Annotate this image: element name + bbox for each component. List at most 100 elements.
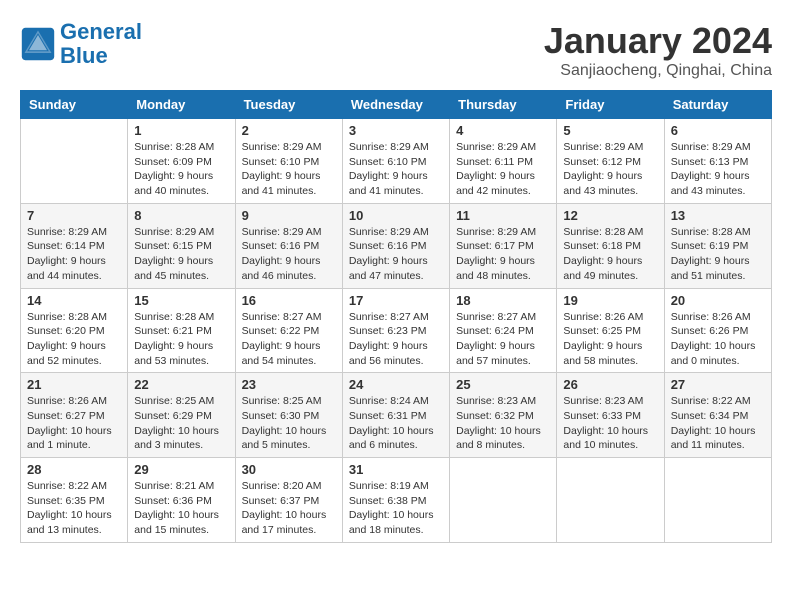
logo-line1: General [60, 19, 142, 44]
calendar-cell: 29 Sunrise: 8:21 AMSunset: 6:36 PMDayligh… [128, 458, 235, 543]
calendar-week-row: 28 Sunrise: 8:22 AMSunset: 6:35 PMDayligh… [21, 458, 772, 543]
calendar-cell: 17Sunrise: 8:27 AMSunset: 6:23 PMDayligh… [342, 288, 449, 373]
calendar-cell: 24 Sunrise: 8:24 AMSunset: 6:31 PMDayligh… [342, 373, 449, 458]
calendar-cell: 27 Sunrise: 8:22 AMSunset: 6:34 PMDayligh… [664, 373, 771, 458]
day-number: 25 [456, 377, 550, 392]
weekday-header-wednesday: Wednesday [342, 91, 449, 119]
calendar-cell: 22Sunrise: 8:25 AMSunset: 6:29 PMDayligh… [128, 373, 235, 458]
day-info: Sunrise: 8:23 AMSunset: 6:33 PMDaylight:… [563, 394, 657, 453]
day-info: Sunrise: 8:29 AMSunset: 6:13 PMDaylight:… [671, 140, 765, 199]
calendar-cell: 13 Sunrise: 8:28 AMSunset: 6:19 PMDayligh… [664, 203, 771, 288]
logo-text: General Blue [60, 20, 142, 68]
day-info: Sunrise: 8:23 AMSunset: 6:32 PMDaylight:… [456, 394, 550, 453]
calendar-cell: 26 Sunrise: 8:23 AMSunset: 6:33 PMDayligh… [557, 373, 664, 458]
weekday-header-friday: Friday [557, 91, 664, 119]
weekday-header-tuesday: Tuesday [235, 91, 342, 119]
calendar-cell: 12Sunrise: 8:28 AMSunset: 6:18 PMDayligh… [557, 203, 664, 288]
day-number: 23 [242, 377, 336, 392]
day-info: Sunrise: 8:19 AMSunset: 6:38 PMDaylight:… [349, 479, 443, 538]
day-info: Sunrise: 8:29 AMSunset: 6:17 PMDaylight:… [456, 225, 550, 284]
calendar-week-row: 1Sunrise: 8:28 AMSunset: 6:09 PMDaylight… [21, 119, 772, 204]
day-number: 20 [671, 293, 765, 308]
calendar-cell [557, 458, 664, 543]
weekday-header-monday: Monday [128, 91, 235, 119]
day-number: 26 [563, 377, 657, 392]
day-number: 27 [671, 377, 765, 392]
day-info: Sunrise: 8:21 AMSunset: 6:36 PMDaylight:… [134, 479, 228, 538]
month-title: January 2024 [544, 20, 772, 62]
weekday-header-thursday: Thursday [450, 91, 557, 119]
weekday-header-row: SundayMondayTuesdayWednesdayThursdayFrid… [21, 91, 772, 119]
day-info: Sunrise: 8:28 AMSunset: 6:19 PMDaylight:… [671, 225, 765, 284]
day-info: Sunrise: 8:29 AMSunset: 6:16 PMDaylight:… [349, 225, 443, 284]
day-info: Sunrise: 8:22 AMSunset: 6:35 PMDaylight:… [27, 479, 121, 538]
day-number: 24 [349, 377, 443, 392]
day-info: Sunrise: 8:24 AMSunset: 6:31 PMDaylight:… [349, 394, 443, 453]
day-info: Sunrise: 8:29 AMSunset: 6:14 PMDaylight:… [27, 225, 121, 284]
day-number: 10 [349, 208, 443, 223]
day-info: Sunrise: 8:22 AMSunset: 6:34 PMDaylight:… [671, 394, 765, 453]
day-info: Sunrise: 8:20 AMSunset: 6:37 PMDaylight:… [242, 479, 336, 538]
calendar-cell: 30Sunrise: 8:20 AMSunset: 6:37 PMDayligh… [235, 458, 342, 543]
day-number: 21 [27, 377, 121, 392]
calendar-cell: 10 Sunrise: 8:29 AMSunset: 6:16 PMDayligh… [342, 203, 449, 288]
calendar-cell: 21Sunrise: 8:26 AMSunset: 6:27 PMDayligh… [21, 373, 128, 458]
day-number: 16 [242, 293, 336, 308]
calendar-cell: 11Sunrise: 8:29 AMSunset: 6:17 PMDayligh… [450, 203, 557, 288]
logo-icon [20, 26, 56, 62]
title-block: January 2024 Sanjiaocheng, Qinghai, Chin… [544, 20, 772, 80]
day-number: 29 [134, 462, 228, 477]
day-number: 6 [671, 123, 765, 138]
day-info: Sunrise: 8:29 AMSunset: 6:16 PMDaylight:… [242, 225, 336, 284]
calendar-cell: 8Sunrise: 8:29 AMSunset: 6:15 PMDaylight… [128, 203, 235, 288]
calendar-cell: 20Sunrise: 8:26 AMSunset: 6:26 PMDayligh… [664, 288, 771, 373]
day-info: Sunrise: 8:28 AMSunset: 6:21 PMDaylight:… [134, 310, 228, 369]
weekday-header-sunday: Sunday [21, 91, 128, 119]
calendar-week-row: 7 Sunrise: 8:29 AMSunset: 6:14 PMDaylight… [21, 203, 772, 288]
calendar-cell: 3 Sunrise: 8:29 AMSunset: 6:10 PMDaylight… [342, 119, 449, 204]
location-title: Sanjiaocheng, Qinghai, China [544, 62, 772, 80]
day-number: 15 [134, 293, 228, 308]
day-number: 14 [27, 293, 121, 308]
day-number: 28 [27, 462, 121, 477]
day-number: 19 [563, 293, 657, 308]
day-number: 13 [671, 208, 765, 223]
day-info: Sunrise: 8:29 AMSunset: 6:10 PMDaylight:… [242, 140, 336, 199]
calendar-cell [21, 119, 128, 204]
calendar-cell [664, 458, 771, 543]
calendar-cell: 5 Sunrise: 8:29 AMSunset: 6:12 PMDaylight… [557, 119, 664, 204]
day-info: Sunrise: 8:29 AMSunset: 6:10 PMDaylight:… [349, 140, 443, 199]
calendar-cell: 14Sunrise: 8:28 AMSunset: 6:20 PMDayligh… [21, 288, 128, 373]
day-number: 3 [349, 123, 443, 138]
day-number: 9 [242, 208, 336, 223]
calendar-cell: 1Sunrise: 8:28 AMSunset: 6:09 PMDaylight… [128, 119, 235, 204]
day-info: Sunrise: 8:27 AMSunset: 6:24 PMDaylight:… [456, 310, 550, 369]
day-info: Sunrise: 8:26 AMSunset: 6:25 PMDaylight:… [563, 310, 657, 369]
weekday-header-saturday: Saturday [664, 91, 771, 119]
day-info: Sunrise: 8:29 AMSunset: 6:11 PMDaylight:… [456, 140, 550, 199]
day-number: 1 [134, 123, 228, 138]
calendar-cell: 31 Sunrise: 8:19 AMSunset: 6:38 PMDayligh… [342, 458, 449, 543]
calendar-cell: 28 Sunrise: 8:22 AMSunset: 6:35 PMDayligh… [21, 458, 128, 543]
calendar-cell: 15 Sunrise: 8:28 AMSunset: 6:21 PMDayligh… [128, 288, 235, 373]
calendar-cell: 4 Sunrise: 8:29 AMSunset: 6:11 PMDaylight… [450, 119, 557, 204]
calendar-week-row: 21Sunrise: 8:26 AMSunset: 6:27 PMDayligh… [21, 373, 772, 458]
day-info: Sunrise: 8:28 AMSunset: 6:18 PMDaylight:… [563, 225, 657, 284]
page-header: General Blue January 2024 Sanjiaocheng, … [20, 20, 772, 80]
day-number: 22 [134, 377, 228, 392]
day-number: 31 [349, 462, 443, 477]
day-info: Sunrise: 8:27 AMSunset: 6:22 PMDaylight:… [242, 310, 336, 369]
day-info: Sunrise: 8:29 AMSunset: 6:12 PMDaylight:… [563, 140, 657, 199]
calendar-table: SundayMondayTuesdayWednesdayThursdayFrid… [20, 90, 772, 543]
calendar-cell: 2Sunrise: 8:29 AMSunset: 6:10 PMDaylight… [235, 119, 342, 204]
calendar-cell: 9 Sunrise: 8:29 AMSunset: 6:16 PMDaylight… [235, 203, 342, 288]
logo: General Blue [20, 20, 142, 68]
logo-line2: Blue [60, 43, 108, 68]
calendar-cell: 18Sunrise: 8:27 AMSunset: 6:24 PMDayligh… [450, 288, 557, 373]
day-number: 4 [456, 123, 550, 138]
day-info: Sunrise: 8:27 AMSunset: 6:23 PMDaylight:… [349, 310, 443, 369]
calendar-cell: 25 Sunrise: 8:23 AMSunset: 6:32 PMDayligh… [450, 373, 557, 458]
day-number: 7 [27, 208, 121, 223]
calendar-cell [450, 458, 557, 543]
day-number: 5 [563, 123, 657, 138]
